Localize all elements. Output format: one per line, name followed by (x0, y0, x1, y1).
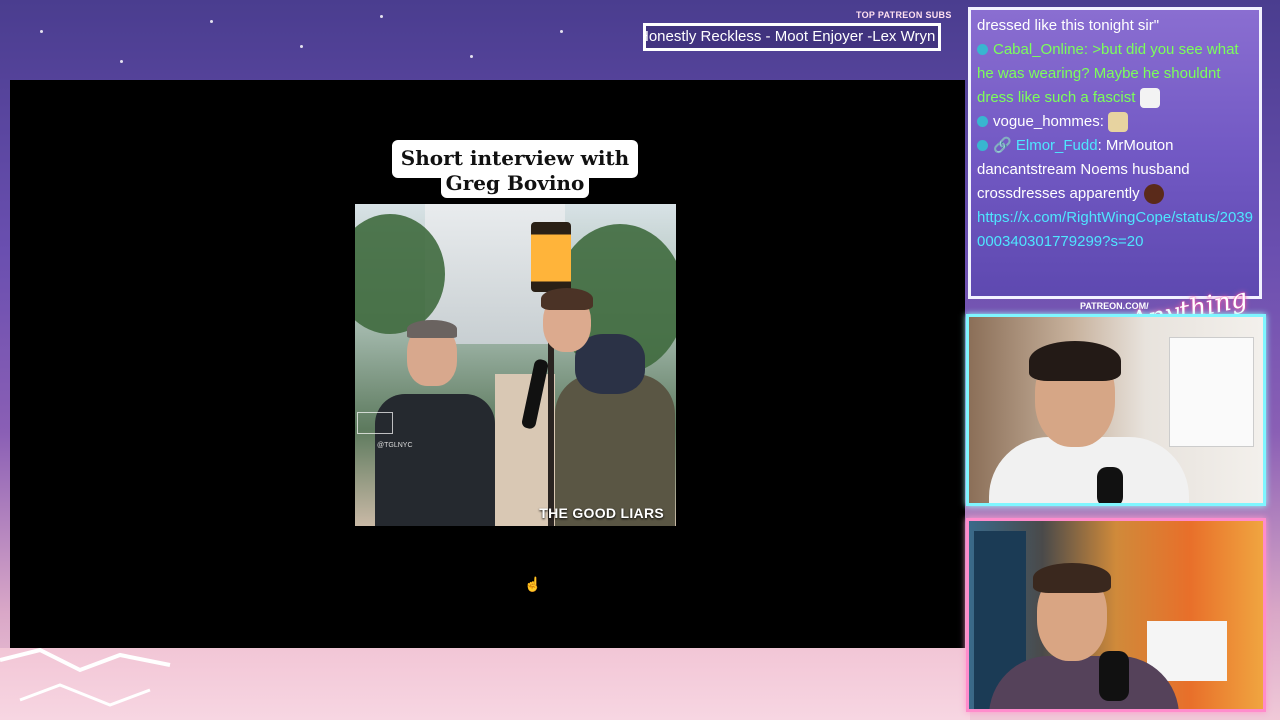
hand-cursor-icon: ☝ (524, 576, 542, 592)
video-title-line2: Greg Bovino (445, 171, 585, 195)
video-interviewer (515, 288, 675, 526)
chat-message: Cabal_Online: >but did you see what he w… (977, 38, 1253, 110)
instagram-handle: @TGLNYC (377, 442, 413, 449)
chat-message: dressed like this tonight sir" (977, 14, 1253, 38)
video-frame[interactable]: @TGLNYC THE GOOD LIARS (355, 204, 676, 526)
chat-panel[interactable]: dressed like this tonight sir" Cabal_Onl… (968, 7, 1262, 299)
chat-emote-icon (1143, 184, 1164, 205)
chat-message: vogue_hommes: (977, 110, 1253, 134)
video-title-line1: Short interview with (400, 146, 630, 170)
chat-badge-icon (977, 43, 988, 55)
instagram-icon (357, 412, 393, 434)
chat-emote-icon (1108, 112, 1129, 133)
chat-badge-icon (977, 139, 988, 151)
chat-message-text: dressed like this tonight sir" (977, 17, 1160, 34)
chat-username[interactable]: vogue_hommes (993, 113, 1100, 130)
video-lamp (531, 222, 571, 292)
chat-link[interactable]: https://x.com/RightWingCope/status/20390… (977, 206, 1253, 254)
chat-emote-icon (1139, 88, 1160, 109)
webcam-streamer-2 (966, 518, 1266, 712)
patreon-marquee: Honestly Reckless - Moot Enjoyer -Lex Wr… (643, 23, 941, 51)
chat-username[interactable]: Elmor_Fudd (1016, 137, 1098, 154)
patreon-marquee-text: Honestly Reckless - Moot Enjoyer -Lex Wr… (643, 28, 936, 45)
chat-message: 🔗 Elmor_Fudd: MrMouton dancantstream Noe… (977, 134, 1253, 254)
video-title: Short interview with Greg Bovino (392, 146, 638, 196)
link-icon: 🔗 (993, 137, 1016, 154)
chat-username[interactable]: Cabal_Online (993, 41, 1084, 58)
chat-badge-icon (977, 115, 988, 127)
patreon-header: TOP PATREON SUBS (856, 10, 952, 20)
webcam-streamer-1 (966, 314, 1266, 506)
video-watermark: THE GOOD LIARS (539, 505, 664, 521)
